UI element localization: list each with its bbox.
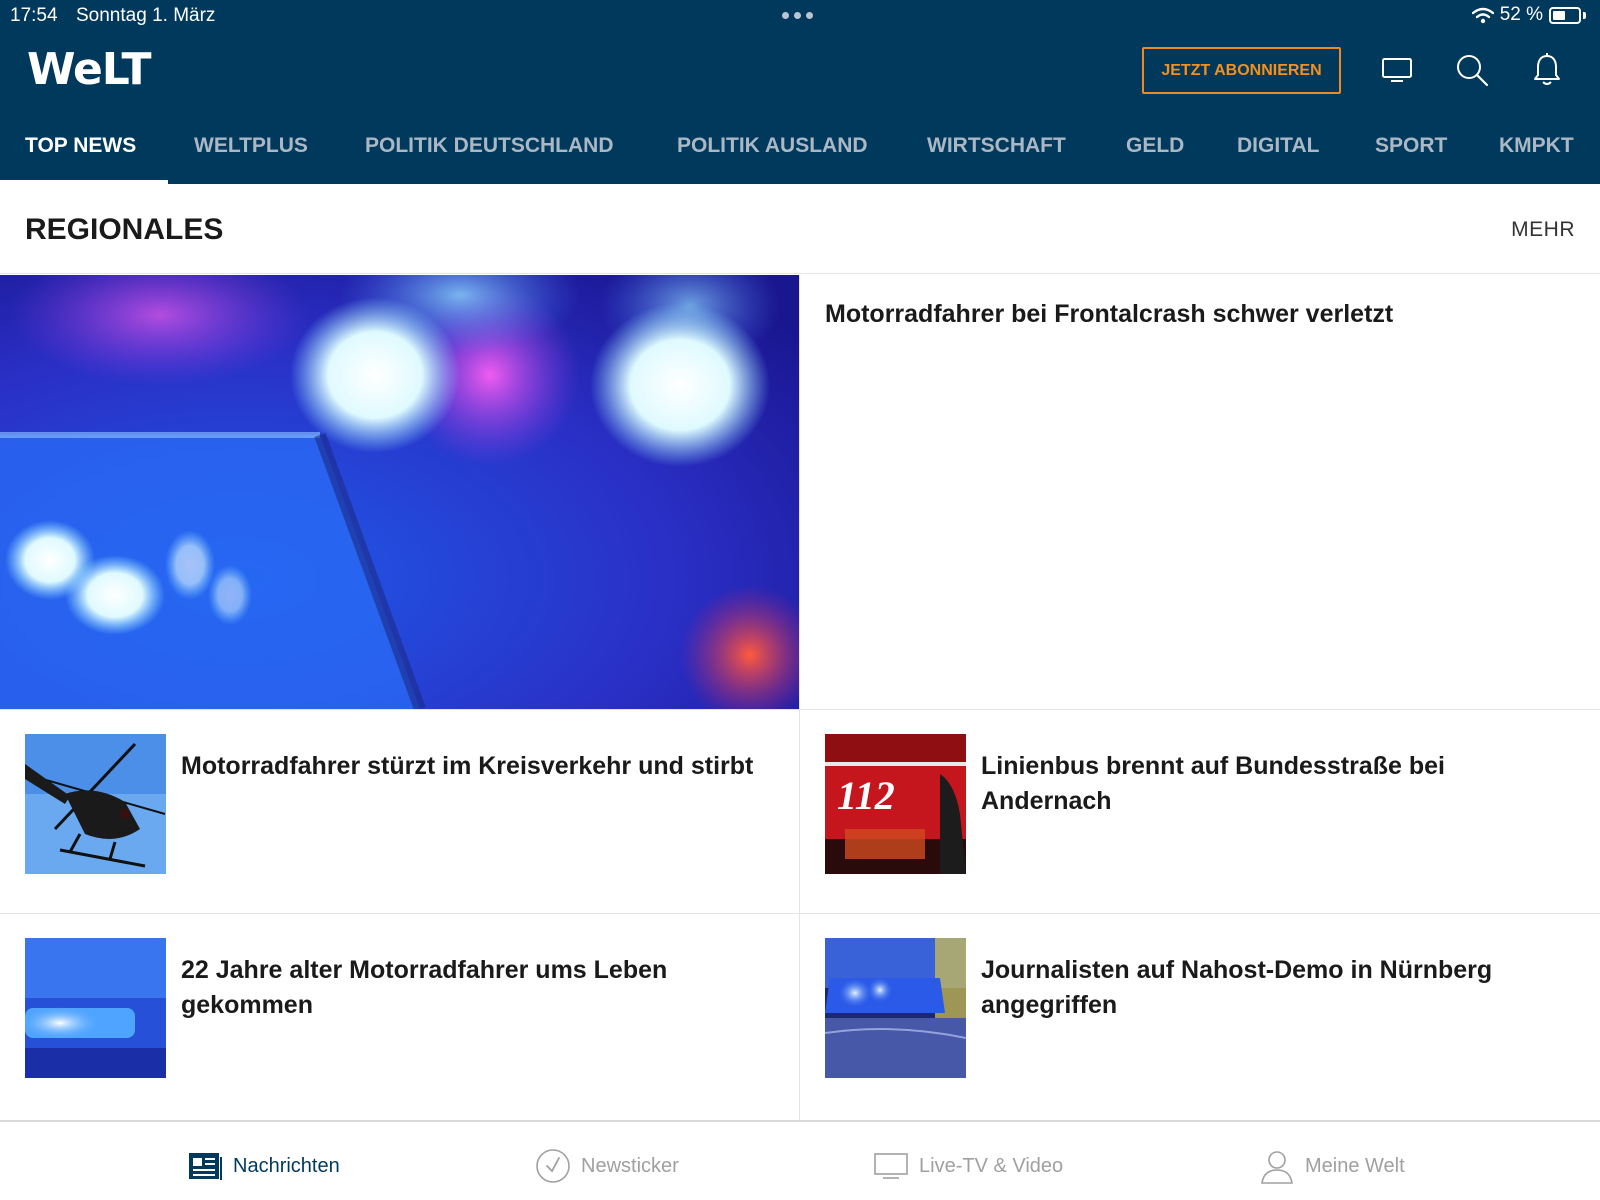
bell-icon[interactable]: [1527, 50, 1567, 90]
article-thumbnail: 112: [825, 734, 966, 874]
article-headline[interactable]: 22 Jahre alter Motorradfahrer ums Leben …: [181, 953, 771, 1023]
app-header: 17:54 Sonntag 1. März 52 % WeLT JETZT AB…: [0, 0, 1600, 184]
nav-item-digital[interactable]: DIGITAL: [1237, 134, 1319, 158]
welt-logo[interactable]: WeLT: [27, 44, 152, 95]
user-icon: [1259, 1148, 1295, 1184]
tab-live-tv-video[interactable]: Live-TV & Video: [873, 1146, 1063, 1186]
article-headline[interactable]: Journalisten auf Nahost-Demo in Nürnberg…: [981, 953, 1571, 1023]
battery-percentage: 52 %: [1499, 4, 1543, 25]
status-date: Sonntag 1. März: [76, 5, 216, 26]
bottom-tab-bar: Nachrichten Newsticker Live-TV & Video M…: [0, 1120, 1600, 1200]
battery-icon: [1549, 6, 1581, 24]
category-nav: TOP NEWS WELTPLUS POLITIK DEUTSCHLAND PO…: [0, 120, 1600, 184]
nav-item-politik-ausland[interactable]: POLITIK AUSLAND: [677, 134, 868, 158]
article-card[interactable]: 112 Linienbus brennt auf Bundesstraße be…: [800, 709, 1600, 914]
article-headline[interactable]: Motorradfahrer stürzt im Kreisverkehr un…: [181, 749, 771, 784]
article-thumbnail: [25, 734, 166, 874]
section-title: REGIONALES: [25, 213, 224, 246]
hero-headline[interactable]: Motorradfahrer bei Frontalcrash schwer v…: [825, 297, 1565, 331]
hero-image[interactable]: [0, 275, 800, 709]
clock-icon: [535, 1148, 571, 1184]
more-link[interactable]: MEHR: [1511, 218, 1575, 242]
tab-label: Nachrichten: [233, 1154, 340, 1177]
tab-newsticker[interactable]: Newsticker: [535, 1146, 679, 1186]
tab-nachrichten[interactable]: Nachrichten: [187, 1146, 340, 1186]
nav-item-weltplus[interactable]: WELTPLUS: [194, 134, 308, 158]
wifi-icon: [1471, 7, 1494, 23]
nav-item-politik-deutschland[interactable]: POLITIK DEUTSCHLAND: [365, 134, 614, 158]
status-indicators: 52 %: [1471, 4, 1586, 26]
tv-icon: [873, 1148, 909, 1184]
nav-item-geld[interactable]: GELD: [1126, 134, 1184, 158]
article-card[interactable]: 22 Jahre alter Motorradfahrer ums Leben …: [0, 913, 800, 1118]
tab-label: Newsticker: [581, 1154, 679, 1177]
section-header: REGIONALES MEHR: [0, 184, 1600, 274]
status-bar: 17:54 Sonntag 1. März 52 %: [0, 0, 1600, 32]
search-icon[interactable]: [1452, 50, 1492, 90]
nav-item-sport[interactable]: SPORT: [1375, 134, 1447, 158]
tab-meine-welt[interactable]: Meine Welt: [1259, 1146, 1405, 1186]
article-thumbnail: [25, 938, 166, 1078]
article-card[interactable]: Motorradfahrer stürzt im Kreisverkehr un…: [0, 709, 800, 914]
tv-icon[interactable]: [1377, 50, 1417, 90]
article-thumbnail: [825, 938, 966, 1078]
newspaper-icon: [187, 1148, 223, 1184]
tab-label: Live-TV & Video: [919, 1154, 1064, 1177]
article-card[interactable]: Journalisten auf Nahost-Demo in Nürnberg…: [800, 913, 1600, 1118]
nav-item-wirtschaft[interactable]: WIRTSCHAFT: [927, 134, 1066, 158]
tab-label: Meine Welt: [1305, 1154, 1405, 1177]
nav-item-top-news[interactable]: TOP NEWS: [25, 134, 136, 158]
subscribe-button[interactable]: JETZT ABONNIEREN: [1142, 47, 1341, 94]
article-headline[interactable]: Linienbus brennt auf Bundesstraße bei An…: [981, 749, 1571, 819]
nav-item-kmpkt[interactable]: KMPKT: [1499, 134, 1574, 158]
multitasking-dots-icon[interactable]: [782, 12, 813, 19]
svg-text:112: 112: [837, 773, 895, 818]
status-time: 17:54: [10, 5, 58, 26]
